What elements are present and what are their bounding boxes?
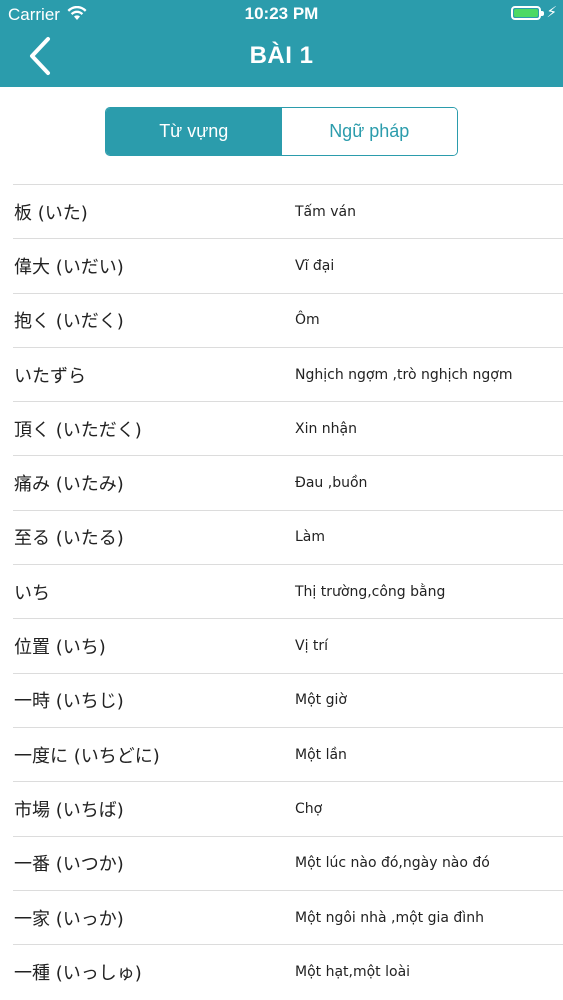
tab-vocabulary[interactable]: Từ vựng: [106, 108, 282, 155]
vocab-meaning: Một ngôi nhà ,một gia đình: [295, 909, 484, 926]
battery-icon: [511, 6, 544, 20]
vocab-row[interactable]: 偉大 (いだい) Vĩ đại: [13, 238, 563, 292]
vocab-meaning: Làm: [295, 529, 326, 546]
status-time: 10:23 PM: [244, 4, 319, 23]
vocab-term: 位置 (いち): [14, 637, 106, 659]
vocab-meaning: Một lần: [295, 746, 347, 763]
vocab-term: 一番 (いつか): [14, 854, 124, 876]
vocab-term: 一家 (いっか): [14, 908, 124, 930]
vocab-meaning: Một giờ: [295, 692, 347, 709]
vocab-term: 板 (いた): [14, 202, 88, 224]
vocab-meaning: Một hạt,một loài: [295, 963, 411, 980]
vocab-row[interactable]: 市場 (いちば) Chợ: [13, 781, 563, 835]
vocab-row[interactable]: 一家 (いっか) Một ngôi nhà ,một gia đình: [13, 889, 563, 944]
vocab-term: いち: [14, 582, 50, 604]
vocab-row[interactable]: 痛み (いたみ) Đau ,buồn: [13, 455, 563, 509]
vocab-row[interactable]: いたずら Nghịch ngợm ,trò nghịch ngợm: [13, 346, 563, 401]
vocab-row[interactable]: いち Thị trường,công bằng: [13, 564, 563, 618]
vocab-meaning: Thị trường,công bằng: [295, 583, 446, 600]
vocab-term: 市場 (いちば): [14, 799, 124, 821]
segmented-control: Từ vựng Ngữ pháp: [105, 107, 458, 156]
vocab-meaning: Vị trí: [295, 638, 329, 655]
vocab-row[interactable]: 頂く (いただく) Xin nhận: [13, 401, 563, 455]
page-title: BÀI 1: [249, 42, 314, 69]
vocab-meaning: Chợ: [295, 800, 323, 817]
vocab-meaning: Nghịch ngợm ,trò nghịch ngợm: [295, 366, 513, 383]
vocab-row[interactable]: 板 (いた) Tấm ván: [13, 184, 563, 238]
vocab-meaning: Vĩ đại: [295, 257, 335, 274]
vocab-row[interactable]: 位置 (いち) Vị trí: [13, 618, 563, 672]
vocab-term: 一時 (いちじ): [14, 691, 124, 713]
vocabulary-list: 板 (いた) Tấm ván 偉大 (いだい) Vĩ đại 抱く (いだく) Ôm いたず…: [0, 184, 563, 998]
status-bar: Carrier 10:23 PM ⚡: [0, 0, 563, 30]
vocab-meaning: Một lúc nào đó,ngày nào đó: [295, 855, 490, 872]
vocab-meaning: Tấm ván: [295, 203, 356, 220]
vocab-row[interactable]: 一度に (いちどに) Một lần: [13, 726, 563, 781]
vocab-term: 偉大 (いだい): [14, 256, 124, 278]
vocab-row[interactable]: 一種 (いっしゅ) Một hạt,một loài: [13, 944, 563, 998]
charging-icon: ⚡: [546, 3, 557, 21]
vocab-term: 一度に (いちどに): [14, 745, 160, 767]
vocab-meaning: Đau ,buồn: [295, 475, 368, 492]
vocab-term: 頂く (いただく): [14, 419, 142, 441]
vocab-term: 痛み (いたみ): [14, 474, 124, 496]
vocab-meaning: Xin nhận: [295, 420, 358, 437]
vocab-term: 一種 (いっしゅ): [14, 962, 142, 984]
vocab-row[interactable]: 一時 (いちじ) Một giờ: [13, 672, 563, 727]
vocab-term: 至る (いたる): [14, 528, 124, 550]
vocab-row[interactable]: 抱く (いだく) Ôm: [13, 292, 563, 347]
tab-grammar[interactable]: Ngữ pháp: [281, 108, 457, 155]
nav-bar: Carrier 10:23 PM ⚡ BÀI 1: [0, 0, 563, 87]
vocab-row[interactable]: 至る (いたる) Làm: [13, 509, 563, 564]
vocab-meaning: Ôm: [295, 312, 320, 329]
vocab-term: 抱く (いだく): [14, 311, 124, 333]
vocab-term: いたずら: [14, 365, 86, 387]
vocab-row[interactable]: 一番 (いつか) Một lúc nào đó,ngày nào đó: [13, 835, 563, 890]
